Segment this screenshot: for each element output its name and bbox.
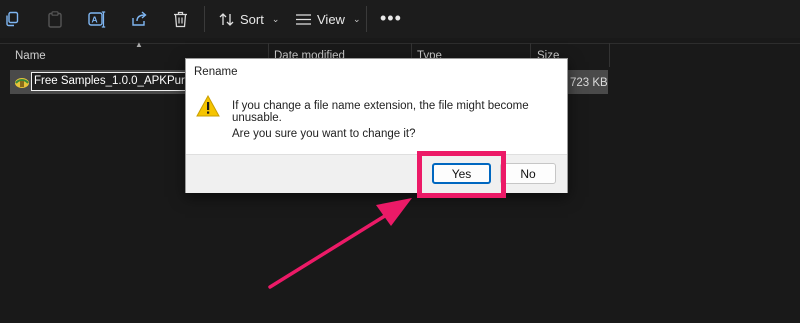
sort-ascending-icon: ▲	[135, 40, 143, 49]
delete-button[interactable]	[173, 7, 188, 31]
more-options-button[interactable]: •••	[380, 9, 402, 27]
view-button[interactable]: View ⌄	[296, 7, 361, 31]
view-label: View	[317, 11, 345, 27]
svg-text:A: A	[92, 14, 98, 24]
share-button[interactable]	[131, 7, 148, 31]
paste-icon	[48, 10, 62, 28]
view-list-icon	[296, 13, 311, 25]
copy-button[interactable]	[4, 7, 20, 31]
chevron-down-icon: ⌄	[271, 13, 280, 24]
trash-icon	[174, 11, 187, 27]
rename-icon: A	[88, 10, 106, 28]
column-name[interactable]: Name	[15, 50, 46, 62]
sort-icon	[219, 12, 234, 26]
command-bar: A Sort ⌄ View ⌄ •••	[0, 0, 800, 38]
paste-button[interactable]	[47, 7, 63, 31]
warning-icon	[196, 95, 220, 117]
rename-button[interactable]: A	[88, 7, 106, 31]
dialog-title: Rename	[194, 66, 238, 78]
share-icon	[132, 11, 147, 26]
dialog-question: Are you sure you want to change it?	[232, 128, 416, 140]
no-button[interactable]: No	[500, 163, 556, 184]
rename-input[interactable]: Free Samples_1.0.0_APKPure.zip	[31, 72, 186, 91]
rename-dialog: Rename If you change a file name extensi…	[185, 58, 568, 193]
sort-label: Sort	[240, 11, 264, 27]
toolbar-divider	[366, 6, 367, 32]
sort-button[interactable]: Sort ⌄	[219, 7, 279, 31]
file-size: 723 KB	[570, 77, 608, 89]
zip-file-icon	[15, 78, 29, 88]
chevron-down-icon: ⌄	[352, 13, 361, 24]
yes-button[interactable]: Yes	[432, 163, 491, 184]
copy-icon	[6, 11, 19, 27]
dialog-message: If you change a file name extension, the…	[232, 100, 529, 124]
column-divider[interactable]	[609, 43, 610, 67]
toolbar-divider	[204, 6, 205, 32]
